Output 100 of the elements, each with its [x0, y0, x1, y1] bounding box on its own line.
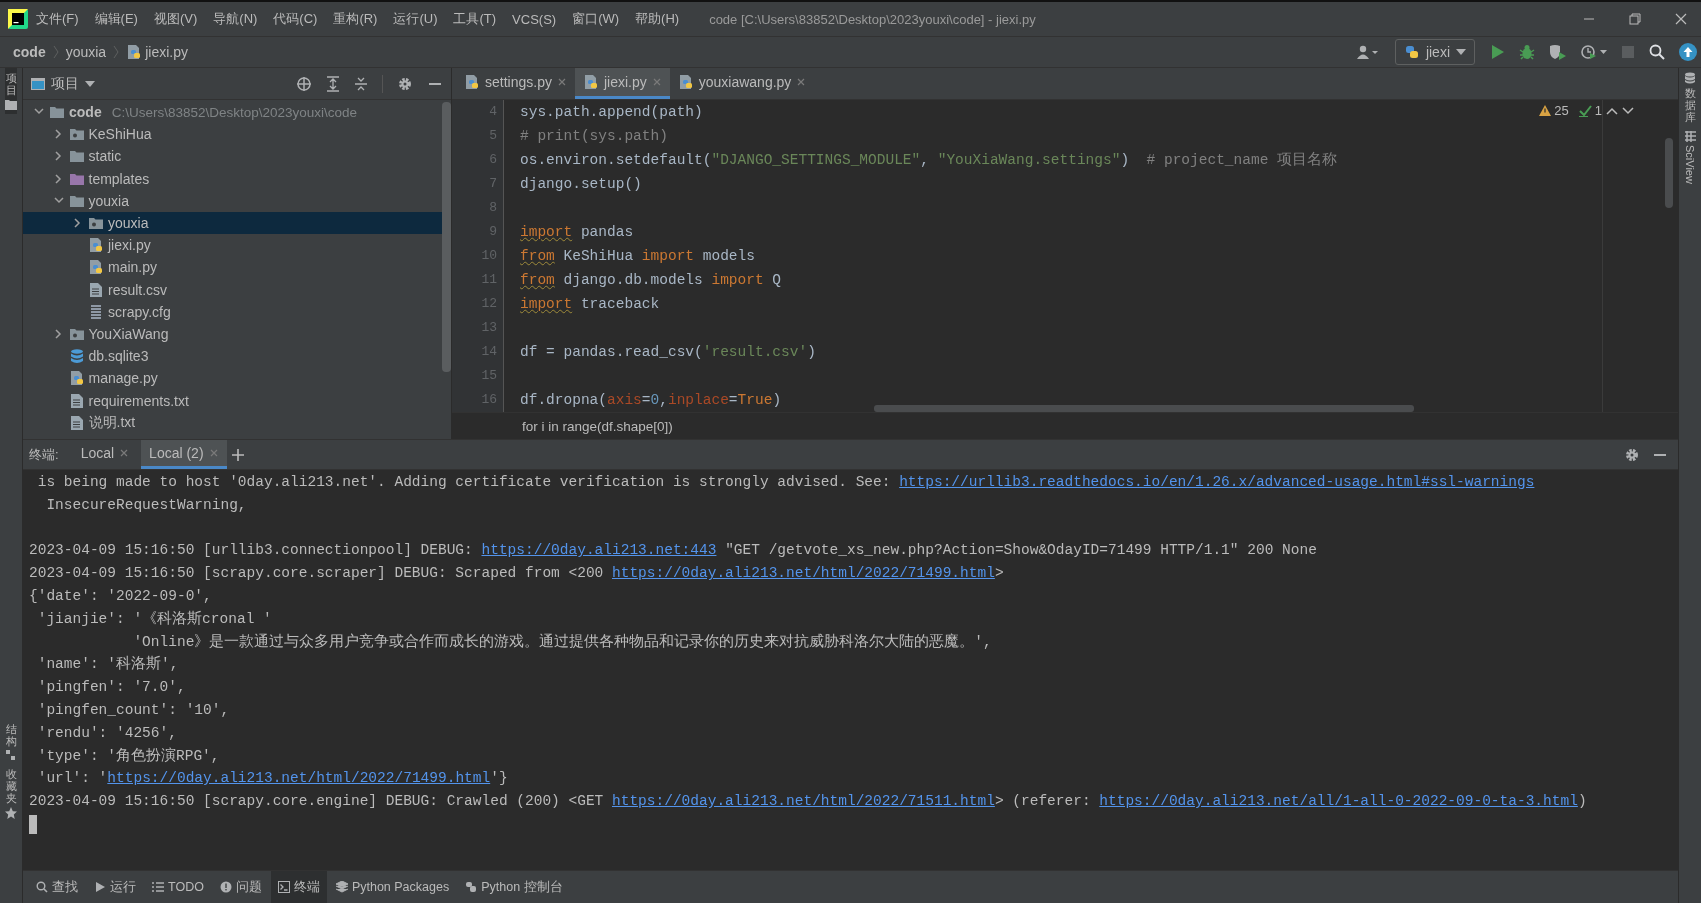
python-icon — [465, 881, 478, 893]
tool-window-button[interactable]: 查找 — [29, 871, 85, 903]
run-icon[interactable] — [1491, 44, 1505, 60]
terminal-line: 'pingfen_count': '10', — [36, 700, 231, 720]
sciview-tool-button[interactable]: SciView — [1684, 127, 1696, 189]
update-icon[interactable] — [1679, 43, 1697, 61]
tree-item[interactable]: youxia — [23, 189, 442, 212]
restore-icon[interactable] — [1629, 13, 1641, 25]
text-cursor — [29, 814, 37, 834]
menu-item[interactable]: 编辑(E) — [86, 10, 146, 28]
menu-item[interactable]: 视图(V) — [145, 10, 206, 28]
menu-item[interactable]: 重构(R) — [325, 10, 386, 28]
menu-item[interactable]: 文件(F) — [28, 10, 87, 28]
tree-item[interactable]: templates — [23, 167, 442, 190]
link[interactable]: https://0day.ali213.net:443 — [481, 542, 717, 559]
menu-item[interactable]: 代码(C) — [265, 10, 326, 28]
bug-icon[interactable] — [1519, 44, 1535, 60]
close-icon[interactable] — [796, 77, 807, 87]
menu-item[interactable]: 导航(N) — [205, 10, 266, 28]
passed-count[interactable]: 1 — [1578, 103, 1602, 118]
collapse-all-icon[interactable] — [354, 75, 368, 92]
user-icon[interactable] — [1356, 45, 1379, 59]
tool-window-button[interactable]: 问题 — [212, 871, 269, 903]
tree-item[interactable]: static — [23, 145, 442, 168]
menu-item[interactable]: VCS(S) — [504, 11, 565, 27]
breadcrumb[interactable]: youxia — [65, 44, 107, 60]
terminal-line: 'url': 'https://0day.ali213.net/html/2022/71499.html'} — [36, 769, 509, 789]
python-file-icon — [464, 74, 480, 90]
tool-window-button[interactable]: Python 控制台 — [458, 871, 570, 903]
scrollbar-thumb[interactable] — [1665, 138, 1673, 208]
tree-item[interactable]: scrapy.cfg — [23, 300, 442, 323]
editor-tab[interactable]: settings.py — [456, 68, 575, 99]
chevron-down-icon[interactable] — [1622, 106, 1634, 115]
folder-icon — [88, 215, 104, 232]
link[interactable]: https://0day.ali213.net/html/2022/71499.html — [612, 565, 995, 582]
tree-item[interactable]: requirements.txt — [23, 389, 442, 412]
link[interactable]: https://0day.ali213.net/html/2022/71499.html — [107, 770, 491, 787]
breadcrumb[interactable]: code — [13, 44, 46, 60]
settings-icon[interactable] — [397, 75, 413, 92]
terminal-tab[interactable]: Local (2) — [141, 440, 227, 469]
database-tool-button[interactable]: 数据库 — [1684, 68, 1696, 128]
tree-item[interactable]: code C:\Users\83852\Desktop\2023youxi\code — [23, 101, 442, 124]
terminal-tab[interactable]: Local — [72, 440, 138, 469]
breadcrumb[interactable]: jiexi.py — [126, 44, 188, 60]
python-file-icon — [677, 74, 694, 90]
tree-item[interactable]: YouXiaWang — [23, 322, 442, 346]
editor-tab[interactable]: jiexi.py — [574, 68, 670, 99]
chevron-icon — [112, 45, 121, 59]
window-title: code [C:\Users\83852\Desktop\2023youxi\code] - jiexi.py — [709, 11, 1037, 27]
tool-window-button[interactable]: TODO — [145, 871, 211, 903]
config-file-icon — [88, 303, 104, 320]
warnings-count[interactable]: 25 — [1539, 103, 1569, 118]
tree-item[interactable]: jiexi.py — [23, 234, 442, 257]
locate-icon[interactable] — [296, 75, 312, 92]
search-icon[interactable] — [1649, 44, 1665, 60]
grid-icon — [1684, 131, 1696, 143]
tree-item[interactable]: manage.py — [23, 367, 442, 390]
tool-window-button[interactable]: 运行 — [87, 871, 143, 903]
terminal-line: 2023-04-09 15:16:50 [scrapy.core.scraper] DEBUG: Scraped from <200 https://0day.ali213.net/html/2022/71499.html> — [29, 564, 1005, 584]
code-line: df.dropna(axis=0,inplace=True) — [520, 391, 782, 410]
run-configuration[interactable]: jiexi — [1394, 39, 1475, 65]
tree-item[interactable]: db.sqlite3 — [23, 345, 442, 368]
tree-item[interactable]: main.py — [23, 256, 442, 279]
panel-title[interactable]: 项目 — [31, 74, 95, 93]
terminal-line: 'name': '科洛斯', — [36, 654, 180, 675]
menu-item[interactable]: 运行(U) — [385, 10, 446, 28]
plus-icon[interactable] — [230, 447, 245, 462]
coverage-icon[interactable] — [1549, 44, 1567, 60]
chevron-up-icon[interactable] — [1606, 106, 1618, 115]
editor-tab[interactable]: youxiawang.py — [669, 68, 815, 99]
menu-item[interactable]: 工具(T) — [445, 10, 505, 28]
tree-item[interactable]: result.csv — [23, 278, 442, 301]
close-icon[interactable] — [556, 77, 567, 87]
search-icon — [36, 881, 48, 893]
code-line: from KeShiHua import models — [520, 247, 755, 266]
scope-path[interactable]: for i in range(df.shape[0]) — [522, 418, 673, 434]
code-line: import traceback — [520, 295, 660, 314]
terminal-line: {'date': '2022-09-0', — [29, 587, 213, 606]
profiler-icon[interactable] — [1581, 44, 1607, 60]
settings-icon[interactable] — [1624, 446, 1640, 463]
expand-all-icon[interactable] — [326, 75, 340, 92]
tree-item[interactable]: youxia — [23, 211, 442, 235]
project-tool-button[interactable]: 项目 — [5, 68, 17, 115]
close-icon[interactable] — [1675, 13, 1687, 25]
menu-item[interactable]: 窗口(W) — [564, 10, 628, 28]
link[interactable]: https://urllib3.readthedocs.io/en/1.26.x/advanced-usage.html#ssl-warnings — [899, 474, 1535, 490]
star-icon — [5, 807, 17, 819]
tool-window-button[interactable]: 终端 — [270, 871, 327, 903]
link[interactable]: https://0day.ali213.net/all/1-all-0-2022-09-0-ta-3.html — [1099, 793, 1578, 810]
scrollbar-thumb[interactable] — [874, 405, 1414, 412]
tool-window-button[interactable]: Python Packages — [328, 871, 457, 903]
favorites-tool-button[interactable]: 收藏夹 — [5, 763, 17, 823]
close-icon[interactable] — [119, 448, 130, 458]
tree-item[interactable]: KeShiHua — [23, 123, 442, 146]
menu-item[interactable]: 帮助(H) — [627, 10, 688, 28]
scrollbar-thumb[interactable] — [442, 102, 451, 372]
link[interactable]: https://0day.ali213.net/html/2022/71511.html — [612, 793, 995, 810]
structure-tool-button[interactable]: 结构 — [5, 718, 17, 764]
tree-item[interactable]: 说明.txt — [23, 411, 442, 434]
terminal-line: 'pingfen': '7.0', — [36, 678, 187, 698]
